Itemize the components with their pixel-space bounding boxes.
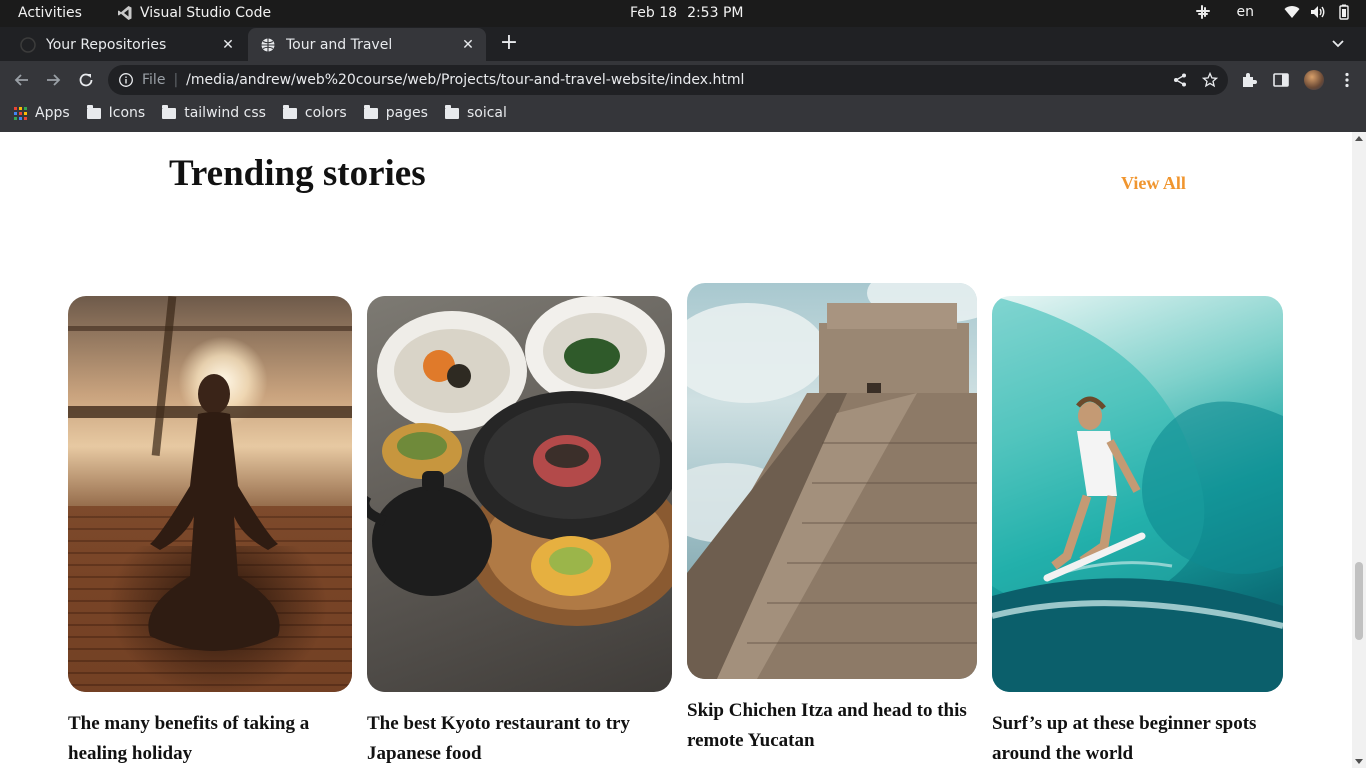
bookmark-tailwind-css[interactable]: tailwind css	[162, 104, 266, 121]
bookmark-apps[interactable]: Apps	[14, 105, 70, 121]
tab-search-chevron-icon[interactable]	[1330, 35, 1346, 51]
bookmark-soical[interactable]: soical	[444, 104, 507, 121]
bookmark-star-icon[interactable]	[1202, 72, 1218, 88]
story-card[interactable]: The many benefits of taking a healing ho…	[68, 296, 352, 768]
folder-icon	[363, 104, 378, 119]
forward-button[interactable]	[43, 70, 63, 90]
tab-tour-and-travel[interactable]: Tour and Travel ✕	[248, 28, 486, 61]
story-caption[interactable]: Skip Chichen Itza and head to this remot…	[687, 696, 977, 756]
bookmark-label: Apps	[35, 105, 70, 121]
apps-grid-icon	[14, 106, 27, 120]
meditating-person-silhouette	[148, 374, 280, 651]
address-bar[interactable]: File | /media/andrew/web%20course/web/Pr…	[108, 65, 1228, 95]
pyramid-illustration	[687, 283, 977, 679]
back-button[interactable]	[12, 70, 32, 90]
bookmark-pages[interactable]: pages	[363, 104, 428, 121]
tab-your-repositories[interactable]: Your Repositories ✕	[8, 28, 246, 61]
tab-title: Tour and Travel	[286, 36, 393, 53]
scheme-label: File	[142, 72, 166, 88]
bookmark-label: Icons	[108, 105, 146, 121]
story-image-yoga[interactable]	[68, 296, 352, 692]
page-viewport: Trending stories View All The many benef…	[0, 132, 1352, 768]
story-caption[interactable]: The best Kyoto restaurant to try Japanes…	[367, 709, 672, 768]
forward-arrow-icon	[47, 74, 61, 86]
story-card[interactable]: Skip Chichen Itza and head to this remot…	[687, 283, 977, 756]
reload-icon	[79, 73, 93, 87]
story-card[interactable]: Surf’s up at these beginner spots around…	[992, 296, 1283, 768]
story-image-japanese-food[interactable]	[367, 296, 672, 692]
folder-icon	[162, 104, 177, 119]
folder-icon	[282, 104, 297, 119]
page-scrollbar[interactable]	[1352, 132, 1366, 768]
bookmark-label: colors	[304, 105, 347, 121]
folder-icon	[444, 104, 459, 119]
story-image-pyramid[interactable]	[687, 283, 977, 679]
activities-button[interactable]: Activities	[18, 5, 82, 21]
app-menu[interactable]: Visual Studio Code	[117, 5, 271, 21]
surf-illustration	[992, 296, 1283, 692]
slack-icon[interactable]	[1195, 4, 1211, 20]
bookmark-colors[interactable]: colors	[282, 104, 347, 121]
url-text[interactable]: /media/andrew/web%20course/web/Projects/…	[186, 72, 744, 88]
wifi-icon	[1284, 6, 1300, 18]
bookmark-label: soical	[466, 105, 507, 121]
site-info-icon[interactable]	[118, 72, 134, 88]
view-all-link[interactable]: View All	[1121, 173, 1186, 194]
pergola-beam	[68, 326, 352, 331]
scrollbar-thumb[interactable]	[1355, 562, 1363, 640]
github-icon	[20, 36, 36, 53]
clock-date: Feb 18	[630, 5, 678, 21]
volume-icon	[1311, 6, 1325, 18]
close-tab-icon[interactable]: ✕	[458, 35, 478, 55]
browser-toolbar: File | /media/andrew/web%20course/web/Pr…	[0, 61, 1366, 99]
clock-time: 2:53 PM	[687, 5, 744, 21]
profile-avatar[interactable]	[1304, 70, 1324, 90]
reload-button[interactable]	[76, 70, 96, 90]
system-tray[interactable]: en	[1195, 4, 1353, 20]
section-title: Trending stories	[169, 153, 426, 194]
bookmark-label: tailwind css	[184, 105, 266, 121]
bookmark-icons[interactable]: Icons	[86, 104, 146, 121]
share-icon[interactable]	[1172, 72, 1188, 88]
clock[interactable]: Feb 18 2:53 PM	[630, 5, 743, 21]
app-name: Visual Studio Code	[140, 5, 272, 21]
more-menu-icon[interactable]	[1338, 71, 1356, 89]
back-arrow-icon	[14, 74, 28, 86]
new-tab-button[interactable]: +	[498, 32, 520, 55]
extensions-puzzle-icon[interactable]	[1240, 71, 1258, 89]
scroll-down-arrow-icon[interactable]	[1355, 759, 1363, 764]
side-panel-icon[interactable]	[1272, 71, 1290, 89]
story-card[interactable]: The best Kyoto restaurant to try Japanes…	[367, 296, 672, 768]
bookmarks-bar: Apps Icons tailwind css colors pages soi…	[0, 99, 1366, 127]
vscode-icon	[118, 6, 132, 20]
scroll-up-arrow-icon[interactable]	[1355, 136, 1363, 141]
battery-icon	[1339, 4, 1349, 20]
close-tab-icon[interactable]: ✕	[218, 35, 238, 55]
bookmark-label: pages	[385, 105, 428, 121]
system-top-bar: Activities Visual Studio Code Feb 18 2:5…	[0, 0, 1366, 27]
tab-title: Your Repositories	[46, 36, 167, 53]
food-illustration	[367, 296, 672, 626]
story-caption[interactable]: The many benefits of taking a healing ho…	[68, 709, 352, 768]
story-caption[interactable]: Surf’s up at these beginner spots around…	[992, 709, 1283, 768]
language-indicator[interactable]: en	[1237, 4, 1255, 20]
folder-icon	[86, 104, 101, 119]
tab-strip: Your Repositories ✕ Tour and Travel ✕ +	[0, 27, 1366, 61]
globe-icon	[260, 37, 276, 53]
scheme-separator: |	[173, 72, 179, 88]
story-image-surfer[interactable]	[992, 296, 1283, 692]
